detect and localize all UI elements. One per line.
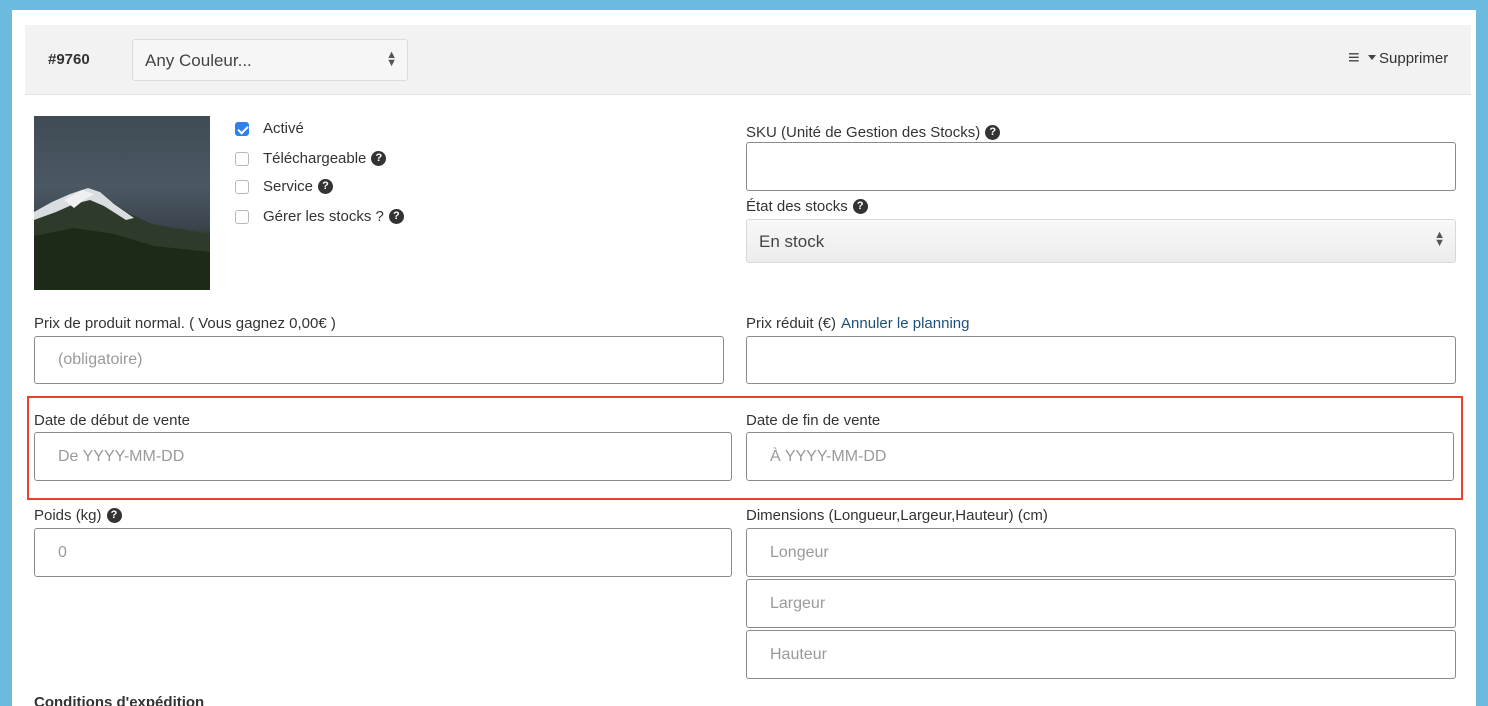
variation-header: #9760 Any Couleur... ▲ ▼ ≡ Supprimer	[25, 25, 1471, 95]
help-icon[interactable]: ?	[852, 199, 868, 214]
select-arrows-icon: ▲ ▼	[1434, 229, 1445, 249]
downloadable-checkbox[interactable]	[235, 151, 249, 166]
enabled-checkbox-row[interactable]: Activé	[235, 120, 304, 137]
color-select[interactable]: Any Couleur... ▲ ▼	[132, 39, 408, 81]
weight-input[interactable]: 0	[34, 528, 732, 577]
stock-status-value: En stock	[759, 232, 825, 251]
variation-id: #9760	[48, 51, 90, 68]
enabled-label: Activé	[263, 120, 304, 137]
sale-price-input[interactable]	[746, 336, 1456, 384]
variation-panel: #9760 Any Couleur... ▲ ▼ ≡ Supprimer Acti…	[12, 10, 1476, 706]
sku-label: SKU (Unité de Gestion des Stocks) ?	[746, 124, 1001, 141]
length-input[interactable]: Longeur	[746, 528, 1456, 577]
help-icon[interactable]: ?	[318, 179, 334, 194]
dimensions-label: Dimensions (Longueur,Largeur,Hauteur) (c…	[746, 507, 1048, 524]
help-icon[interactable]: ?	[371, 151, 387, 166]
manage-stock-checkbox-row[interactable]: Gérer les stocks ? ?	[235, 208, 404, 225]
help-icon[interactable]: ?	[388, 209, 404, 224]
sale-start-input[interactable]: De YYYY-MM-DD	[34, 432, 732, 481]
help-icon[interactable]: ?	[106, 508, 122, 523]
weight-label: Poids (kg) ?	[34, 507, 122, 524]
downloadable-checkbox-row[interactable]: Téléchargeable ?	[235, 150, 387, 167]
menu-icon[interactable]: ≡	[1348, 47, 1360, 70]
sale-end-input[interactable]: À YYYY-MM-DD	[746, 432, 1454, 481]
regular-price-label: Prix de produit normal. ( Vous gagnez 0,…	[34, 315, 336, 332]
sale-price-label: Prix réduit (€) Annuler le planning	[746, 315, 970, 332]
width-input[interactable]: Largeur	[746, 579, 1456, 628]
stock-status-select[interactable]: En stock ▲ ▼	[746, 219, 1456, 263]
color-select-value: Any Couleur...	[145, 51, 252, 70]
stock-status-label: État des stocks ?	[746, 198, 868, 215]
service-checkbox-row[interactable]: Service ?	[235, 178, 334, 195]
enabled-checkbox[interactable]	[235, 121, 249, 136]
regular-price-input[interactable]: (obligatoire)	[34, 336, 724, 384]
delete-button[interactable]: Supprimer	[1379, 50, 1448, 67]
height-input[interactable]: Hauteur	[746, 630, 1456, 679]
downloadable-label: Téléchargeable	[263, 150, 367, 167]
service-checkbox[interactable]	[235, 179, 249, 194]
caret-down-icon[interactable]	[1368, 55, 1376, 60]
sale-end-label: Date de fin de vente	[746, 412, 881, 429]
manage-stock-checkbox[interactable]	[235, 209, 249, 224]
sale-start-label: Date de début de vente	[34, 412, 190, 429]
select-arrows-icon: ▲ ▼	[386, 49, 397, 69]
shipping-section-title: Conditions d'expédition	[34, 694, 205, 706]
variation-image[interactable]	[34, 116, 210, 290]
service-label: Service	[263, 178, 314, 195]
help-icon[interactable]: ?	[985, 125, 1001, 140]
manage-stock-label: Gérer les stocks ?	[263, 208, 384, 225]
cancel-schedule-link[interactable]: Annuler le planning	[841, 315, 969, 332]
mountain-image-icon	[34, 188, 210, 290]
sku-input[interactable]	[746, 142, 1456, 191]
